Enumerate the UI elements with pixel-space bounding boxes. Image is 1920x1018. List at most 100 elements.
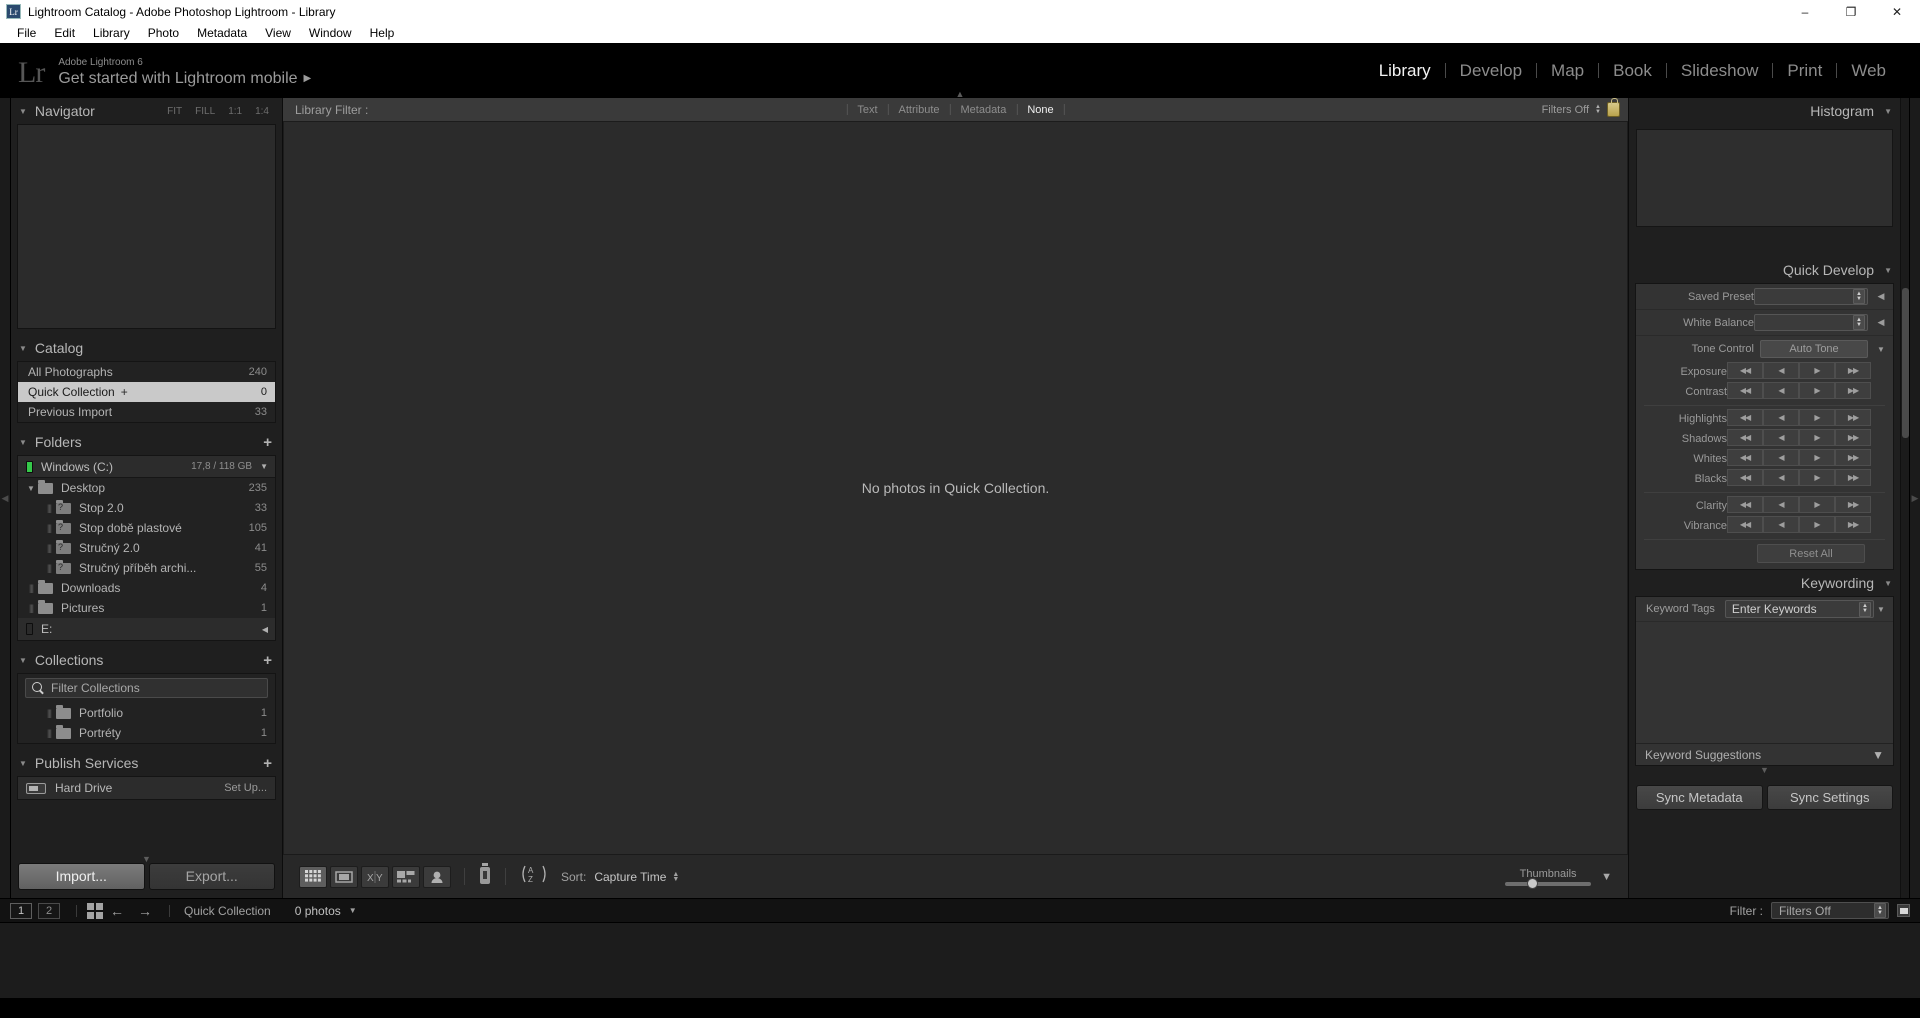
white-balance-reset-icon[interactable]: ◀	[1874, 317, 1888, 328]
sort-direction-icon[interactable]: AZ	[519, 864, 551, 889]
white-balance-select[interactable]: ▲ ▼	[1754, 314, 1868, 331]
sort-stepper-icon[interactable]: ▲ ▼	[672, 871, 679, 883]
add-publish-service-icon[interactable]: +	[263, 755, 272, 772]
shadows-decrease-large[interactable]: ◀◀	[1727, 429, 1763, 446]
reset-all-button[interactable]: Reset All	[1757, 544, 1865, 563]
contrast-increase-small[interactable]: ▶	[1799, 382, 1835, 399]
import-button[interactable]: Import...	[18, 862, 145, 890]
folder-row-strucny-2-0[interactable]: ||| Stručný 2.0 41	[18, 538, 275, 558]
toolbar-options-caret-icon[interactable]: ▼	[1601, 871, 1612, 883]
screen-1-button[interactable]: 1	[10, 902, 32, 919]
folder-drag-handle-icon[interactable]: |||	[42, 563, 56, 573]
clarity-decrease-small[interactable]: ◀	[1763, 496, 1799, 513]
right-panel-scroll-caret-icon[interactable]: ▼	[1629, 766, 1900, 775]
filmstrip-source-caret-icon[interactable]: ▼	[349, 906, 357, 915]
catalog-item-quick-collection[interactable]: Quick Collection + 0	[18, 382, 275, 402]
lock-icon[interactable]	[1607, 98, 1620, 117]
module-library[interactable]: Library	[1365, 61, 1445, 81]
whites-decrease-large[interactable]: ◀◀	[1727, 449, 1763, 466]
left-edge-toggle[interactable]: ◀	[0, 98, 11, 898]
filter-tab-text[interactable]: Text	[847, 104, 887, 116]
grid-view-icon[interactable]	[299, 865, 327, 888]
drive-twisty-icon[interactable]: ◀	[262, 625, 268, 634]
keyword-tags-menu-icon[interactable]: ▼	[1874, 605, 1888, 614]
catalog-item-all-photographs[interactable]: All Photographs 240	[18, 362, 275, 382]
auto-tone-button[interactable]: Auto Tone	[1760, 340, 1868, 358]
tone-control-twisty-icon[interactable]: ▼	[1874, 345, 1888, 354]
filmstrip-filter-stepper-icon[interactable]: ▲ ▼	[1874, 903, 1886, 918]
filters-stepper-icon[interactable]: ▲ ▼	[1595, 104, 1601, 115]
blacks-decrease-large[interactable]: ◀◀	[1727, 469, 1763, 486]
keyword-suggestions-twisty-icon[interactable]: ▼	[1872, 748, 1884, 762]
collections-twisty-icon[interactable]: ▼	[19, 656, 27, 665]
menu-window[interactable]: Window	[300, 25, 361, 41]
clarity-decrease-large[interactable]: ◀◀	[1727, 496, 1763, 513]
module-slideshow[interactable]: Slideshow	[1667, 61, 1773, 81]
contrast-decrease-small[interactable]: ◀	[1763, 382, 1799, 399]
module-map[interactable]: Map	[1537, 61, 1598, 81]
blacks-decrease-small[interactable]: ◀	[1763, 469, 1799, 486]
saved-preset-reset-icon[interactable]: ◀	[1874, 291, 1888, 302]
keywording-header[interactable]: Keywording ▼	[1629, 570, 1900, 596]
filter-collections-input[interactable]: Filter Collections	[25, 678, 268, 698]
folders-header[interactable]: ▼ Folders +	[11, 429, 282, 455]
blacks-increase-small[interactable]: ▶	[1799, 469, 1835, 486]
filmstrip-source-label[interactable]: Quick Collection	[184, 904, 271, 918]
highlights-decrease-large[interactable]: ◀◀	[1727, 409, 1763, 426]
right-edge-toggle[interactable]: ▶	[1909, 98, 1920, 898]
people-view-icon[interactable]	[423, 865, 451, 888]
thumbnails-slider[interactable]	[1505, 877, 1592, 889]
filter-tab-attribute[interactable]: Attribute	[889, 104, 950, 116]
folder-row-desktop[interactable]: ▼ Desktop 235	[18, 478, 275, 498]
export-button[interactable]: Export...	[148, 862, 275, 890]
contrast-decrease-large[interactable]: ◀◀	[1727, 382, 1763, 399]
collection-row-portrety[interactable]: ||| Portréty 1	[18, 723, 275, 743]
drive-row-e[interactable]: E: ◀	[18, 618, 275, 640]
quick-develop-header[interactable]: Quick Develop ▼	[1629, 257, 1900, 283]
identity-plate[interactable]: Adobe Lightroom 6 Get started with Light…	[58, 56, 311, 88]
go-to-grid-icon[interactable]	[87, 902, 103, 919]
filters-off-label[interactable]: Filters Off	[1542, 104, 1589, 116]
catalog-twisty-icon[interactable]: ▼	[19, 344, 27, 353]
module-print[interactable]: Print	[1773, 61, 1836, 81]
catalog-header[interactable]: ▼ Catalog	[11, 335, 282, 361]
catalog-item-previous-import[interactable]: Previous Import 33	[18, 402, 275, 422]
menu-view[interactable]: View	[256, 25, 300, 41]
filter-tab-metadata[interactable]: Metadata	[950, 104, 1016, 116]
folder-row-strucny-pribeh[interactable]: ||| Stručný příběh archi... 55	[18, 558, 275, 578]
saved-preset-select[interactable]: ▲ ▼	[1754, 288, 1868, 305]
exposure-decrease-small[interactable]: ◀	[1763, 362, 1799, 379]
maximize-button[interactable]: ❐	[1828, 0, 1874, 23]
thumbnails-slider-knob[interactable]	[1527, 877, 1539, 889]
drive-row-windows-c[interactable]: Windows (C:) 17,8 / 118 GB ▼	[18, 456, 275, 478]
exposure-increase-large[interactable]: ▶▶	[1835, 362, 1871, 379]
survey-view-icon[interactable]	[392, 865, 420, 888]
loupe-view-icon[interactable]	[330, 865, 358, 888]
go-back-arrow-icon[interactable]: ←	[110, 903, 124, 919]
filmstrip-badge-icon[interactable]	[1897, 904, 1910, 917]
collection-row-portfolio[interactable]: ||| Portfolio 1	[18, 703, 275, 723]
painter-tool-icon[interactable]	[478, 863, 492, 890]
collection-drag-handle-icon[interactable]: |||	[42, 708, 56, 718]
keyword-tags-stepper-icon[interactable]: ▲ ▼	[1859, 601, 1871, 617]
vibrance-decrease-small[interactable]: ◀	[1763, 516, 1799, 533]
vibrance-increase-large[interactable]: ▶▶	[1835, 516, 1871, 533]
top-panel-toggle-icon[interactable]: ▲	[948, 90, 972, 99]
menu-edit[interactable]: Edit	[45, 25, 84, 41]
nav-mode-1-4[interactable]: 1:4	[255, 106, 269, 117]
vibrance-decrease-large[interactable]: ◀◀	[1727, 516, 1763, 533]
folders-twisty-icon[interactable]: ▼	[19, 438, 27, 447]
folder-drag-handle-icon[interactable]: |||	[24, 583, 38, 593]
folder-row-stop-dobe-plastove[interactable]: ||| Stop době plastové 105	[18, 518, 275, 538]
keyword-tags-input[interactable]: Enter Keywords ▲ ▼	[1724, 600, 1874, 618]
folder-drag-handle-icon[interactable]: |||	[42, 523, 56, 533]
right-scrollbar-thumb[interactable]	[1901, 288, 1909, 438]
drive-twisty-icon[interactable]: ▼	[260, 462, 268, 471]
folder-drag-handle-icon[interactable]: |||	[42, 503, 56, 513]
publish-service-setup-link[interactable]: Set Up...	[224, 782, 267, 794]
filmstrip[interactable]	[0, 922, 1920, 998]
highlights-decrease-small[interactable]: ◀	[1763, 409, 1799, 426]
histogram-header[interactable]: Histogram ▼	[1629, 98, 1900, 124]
navigator-twisty-icon[interactable]: ▼	[19, 107, 27, 116]
exposure-increase-small[interactable]: ▶	[1799, 362, 1835, 379]
